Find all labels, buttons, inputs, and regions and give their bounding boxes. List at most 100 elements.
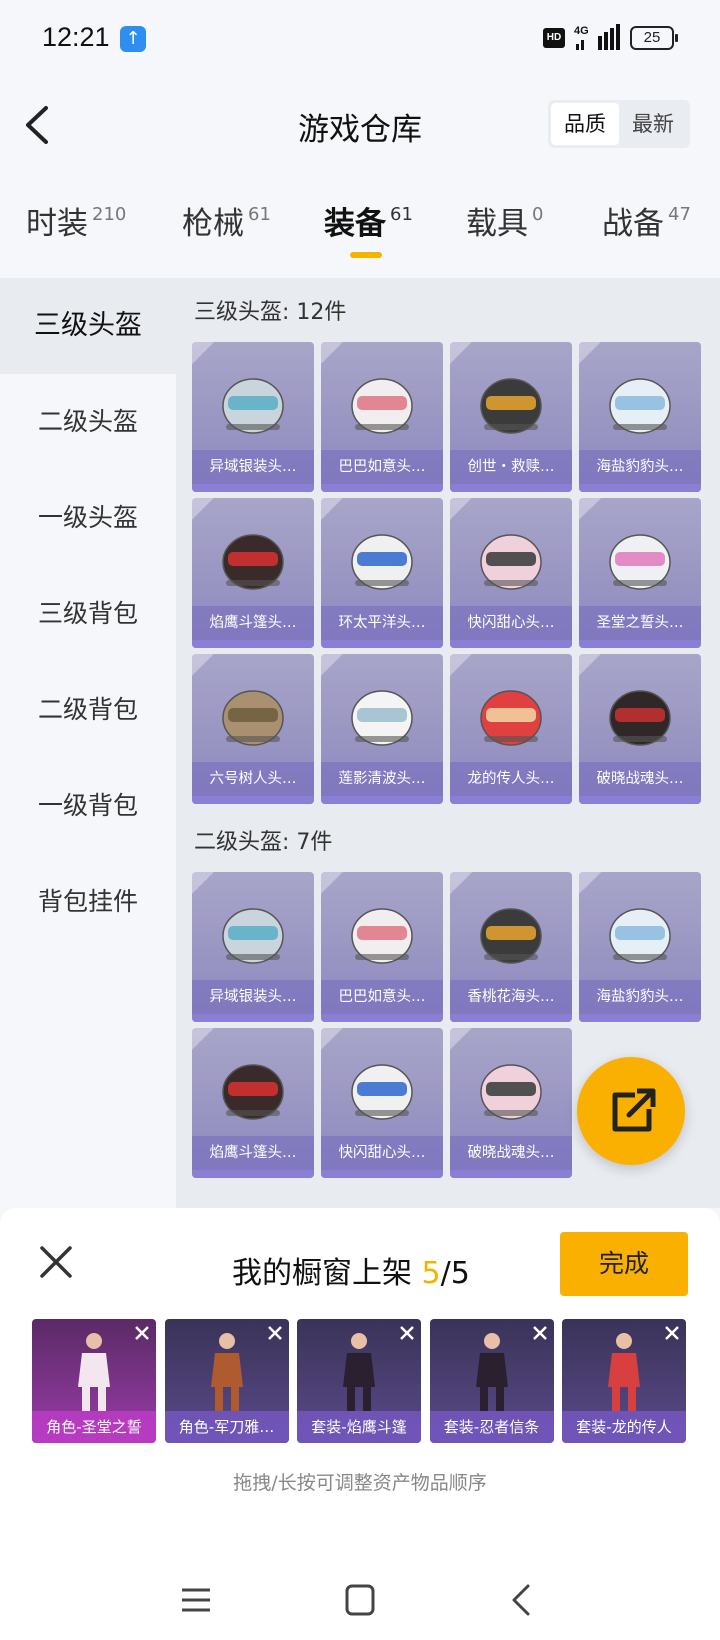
section-title-level3: 三级头盔: 12件 [194,300,347,325]
tab-gear[interactable]: 战备 47 [602,198,691,243]
item-card[interactable]: 异域银装头… [192,872,314,1022]
showcase-item[interactable]: 套装-忍者信条 [429,1319,554,1443]
helmet-icon [222,690,284,746]
tab-count: 0 [532,204,544,225]
item-card[interactable]: 六号树人头… [192,654,314,804]
sidebar-item-level2-helmet[interactable]: 二级头盔 [0,374,176,470]
home-icon[interactable] [340,1582,380,1618]
item-name: 龙的传人头… [450,762,572,796]
helmet-icon [351,1064,413,1120]
status-bar: 12:21 ↑ HD 4G 25 [0,0,720,80]
tab-equipment[interactable]: 装备 61 [324,198,413,243]
item-card[interactable]: 圣堂之誓头… [579,498,701,648]
card-corner [192,498,214,520]
remove-icon[interactable] [662,1323,682,1343]
section-title-level2: 二级头盔: 7件 [194,830,333,855]
helmet-icon [609,690,671,746]
tab-vehicles[interactable]: 载具 0 [466,198,543,243]
item-card[interactable]: 巴巴如意头… [321,342,443,492]
rarity-bar [450,1014,572,1022]
item-card[interactable]: 环太平洋头… [321,498,443,648]
helmet-icon [351,378,413,434]
card-corner [579,872,601,894]
sort-quality-button[interactable]: 品质 [551,103,619,145]
rarity-bar [192,1014,314,1022]
item-name: 圣堂之誓头… [579,606,701,640]
showcase-current-count: 5 [421,1256,441,1291]
helmet-icon [351,908,413,964]
sidebar-item-backpack-charm[interactable]: 背包挂件 [0,854,176,950]
showcase-title-text: 我的橱窗上架 [232,1256,422,1291]
card-corner [192,654,214,676]
rarity-bar [579,796,701,804]
item-card[interactable]: 莲影清波头… [321,654,443,804]
showcase-item[interactable]: 套装-龙的传人 [562,1319,686,1443]
card-corner [321,342,343,364]
item-card[interactable]: 破晓战魂头… [579,654,701,804]
rarity-bar [192,1170,314,1178]
sidebar-item-level1-backpack[interactable]: 一级背包 [0,758,176,854]
showcase-item[interactable]: 角色-圣堂之誓 [32,1319,156,1443]
sidebar-item-level3-helmet[interactable]: 三级头盔 [0,278,176,374]
done-button[interactable]: 完成 [560,1232,688,1296]
item-card[interactable]: 创世・救赎… [450,342,572,492]
menu-icon[interactable] [176,1582,216,1618]
sidebar-item-level3-backpack[interactable]: 三级背包 [0,566,176,662]
item-card[interactable]: 破晓战魂头… [450,1028,572,1178]
active-tab-indicator [350,252,382,258]
item-grid-level3: 异域银装头… 巴巴如意头… 创世・救赎… 海盐豹豹头… 焰鹰斗篷头… 环太平洋头… 快闪甜心… [192,342,704,804]
item-card[interactable]: 异域银装头… [192,342,314,492]
card-corner [579,498,601,520]
sort-newest-button[interactable]: 最新 [619,103,687,145]
tab-firearms[interactable]: 枪械 61 [182,198,271,243]
remove-icon[interactable] [397,1323,417,1343]
card-corner [321,654,343,676]
tab-label: 枪械 [182,206,244,242]
showcase-item[interactable]: 角色-军刀雅… [164,1319,289,1443]
item-card[interactable]: 香桃花海头… [450,872,572,1022]
sidebar-item-level1-helmet[interactable]: 一级头盔 [0,470,176,566]
item-name: 快闪甜心头… [321,1136,443,1170]
card-corner [192,342,214,364]
remove-icon[interactable] [530,1323,550,1343]
card-corner [450,498,472,520]
item-name: 巴巴如意头… [321,980,443,1014]
card-corner [450,654,472,676]
rarity-bar [579,484,701,492]
sidebar-item-level2-backpack[interactable]: 二级背包 [0,662,176,758]
item-card[interactable]: 巴巴如意头… [321,872,443,1022]
item-card[interactable]: 龙的传人头… [450,654,572,804]
item-card[interactable]: 焰鹰斗篷头… [192,1028,314,1178]
back-icon[interactable] [502,1582,542,1618]
helmet-icon [351,534,413,590]
card-corner [192,872,214,894]
item-card[interactable]: 快闪甜心头… [321,1028,443,1178]
tab-label: 时装 [26,206,88,242]
share-button[interactable] [577,1057,685,1165]
item-name: 巴巴如意头… [321,450,443,484]
item-name: 破晓战魂头… [450,1136,572,1170]
card-corner [450,1028,472,1050]
close-icon[interactable] [36,1242,76,1282]
showcase-item-label: 套装-忍者信条 [429,1411,554,1443]
item-card[interactable]: 焰鹰斗篷头… [192,498,314,648]
helmet-icon [609,534,671,590]
rarity-bar [321,1170,443,1178]
item-card[interactable]: 海盐豹豹头… [579,872,701,1022]
rarity-bar [321,484,443,492]
helmet-icon [480,690,542,746]
showcase-item[interactable]: 套装-焰鹰斗篷 [297,1319,421,1443]
rarity-bar [450,484,572,492]
card-corner [321,872,343,894]
helmet-icon [222,534,284,590]
remove-icon[interactable] [132,1323,152,1343]
tab-label: 装备 [324,206,386,242]
remove-icon[interactable] [265,1323,285,1343]
helmet-icon [480,534,542,590]
helmet-icon [222,908,284,964]
tab-costume[interactable]: 时装 210 [26,198,126,243]
item-card[interactable]: 快闪甜心头… [450,498,572,648]
item-card[interactable]: 海盐豹豹头… [579,342,701,492]
rarity-bar [450,796,572,804]
rarity-bar [450,1170,572,1178]
